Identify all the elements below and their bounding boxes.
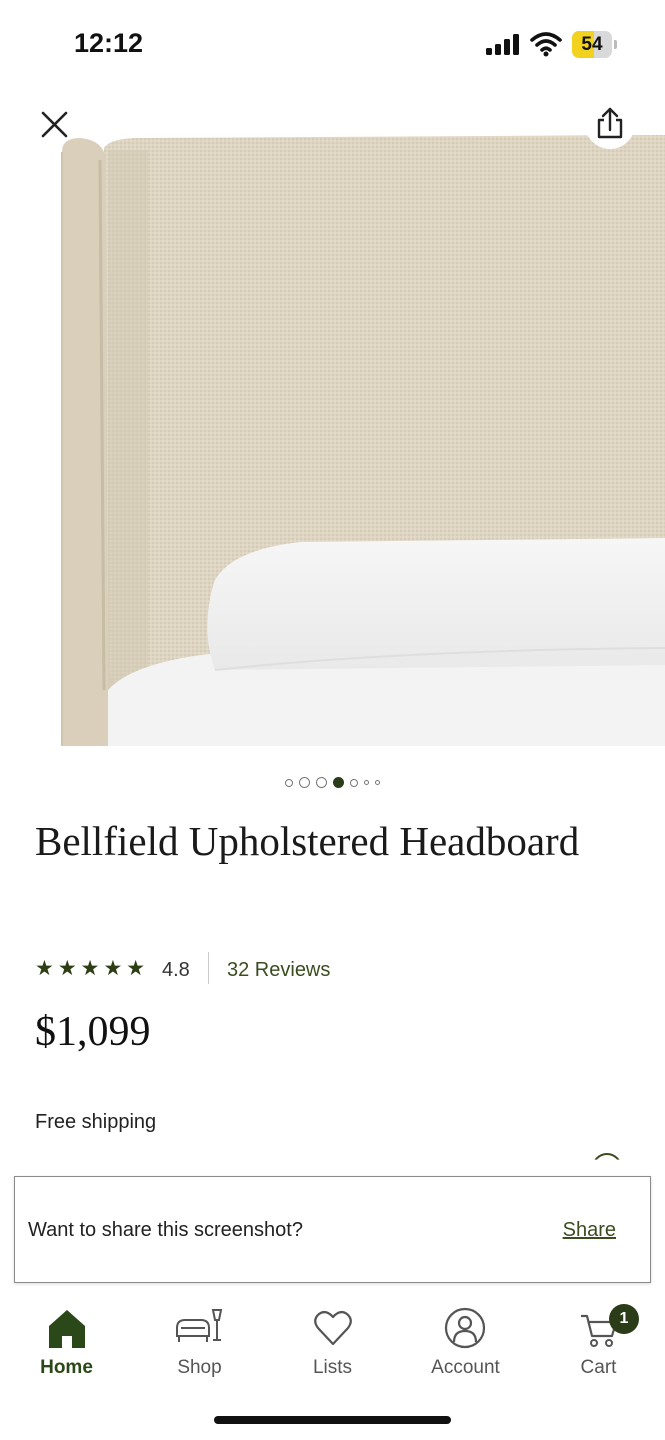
- home-icon: [49, 1310, 85, 1348]
- toast-share-link[interactable]: Share: [563, 1219, 616, 1242]
- status-time: 12:12: [74, 28, 144, 58]
- rating-row: ★★★★★ 4.8 32 Reviews: [35, 952, 595, 984]
- reviews-link[interactable]: 32 Reviews: [227, 959, 330, 982]
- pagination-dot[interactable]: [350, 778, 358, 787]
- share-icon: [597, 107, 623, 139]
- home-indicator[interactable]: [214, 1416, 451, 1424]
- rating-value: 4.8: [162, 959, 190, 981]
- account-icon: [444, 1307, 486, 1349]
- share-screenshot-toast: Want to share this screenshot? Share: [14, 1176, 651, 1283]
- wifi-icon: [530, 32, 562, 57]
- tab-home[interactable]: Home: [0, 1296, 133, 1386]
- product-image[interactable]: [0, 90, 665, 746]
- pagination-dot[interactable]: [285, 778, 293, 787]
- tab-lists-label: Lists: [312, 1357, 353, 1378]
- product-title: Bellfield Upholstered Headboard: [35, 818, 580, 864]
- product-price: $1,099: [35, 1009, 151, 1055]
- tab-account-label: Account: [431, 1357, 500, 1378]
- rating-stars: ★★★★★: [35, 957, 150, 980]
- furniture-icon: [176, 1309, 223, 1342]
- tab-home-label: Home: [40, 1357, 93, 1378]
- status-bar: 12:12 54: [0, 0, 665, 90]
- cart-count-badge: 1: [609, 1304, 639, 1334]
- pagination-dot[interactable]: [333, 777, 344, 789]
- battery-icon: 54: [572, 31, 618, 58]
- close-icon: [41, 111, 68, 138]
- pagination-dot[interactable]: [375, 780, 380, 786]
- financing-line-clipped: [35, 1152, 630, 1160]
- rating-divider: [208, 952, 209, 984]
- tab-shop-label: Shop: [177, 1357, 222, 1378]
- heart-icon: [314, 1310, 352, 1346]
- pagination-dot[interactable]: [299, 777, 310, 789]
- tab-shop[interactable]: Shop: [133, 1296, 266, 1386]
- pagination-dot[interactable]: [316, 777, 327, 789]
- tab-account[interactable]: Account: [399, 1296, 532, 1386]
- share-button[interactable]: [585, 99, 635, 149]
- tab-cart[interactable]: 1 Cart: [532, 1296, 665, 1386]
- close-button[interactable]: [30, 99, 80, 149]
- headboard-image: [61, 135, 665, 746]
- image-pagination[interactable]: [0, 774, 665, 790]
- tab-lists[interactable]: Lists: [266, 1296, 399, 1386]
- shipping-info: Free shipping: [35, 1111, 157, 1133]
- tab-cart-label: Cart: [580, 1357, 617, 1378]
- signal-icon: [486, 33, 522, 55]
- battery-level: 54: [581, 34, 603, 55]
- toast-message: Want to share this screenshot?: [28, 1219, 303, 1241]
- bottom-tab-bar: Home Shop Lists Account 1 Cart: [0, 1296, 665, 1406]
- pagination-dot[interactable]: [364, 780, 369, 786]
